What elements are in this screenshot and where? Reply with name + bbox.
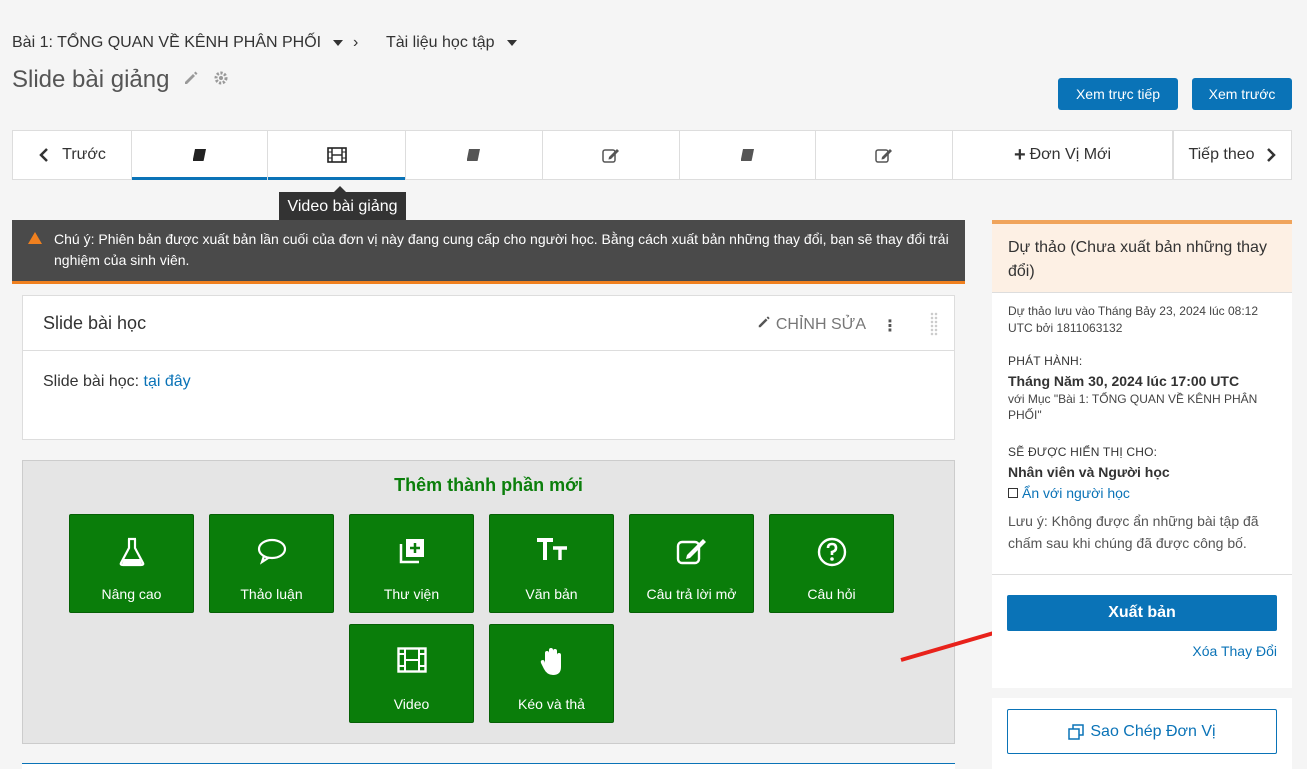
add-advanced-button[interactable]: Nâng cao: [69, 514, 194, 613]
pencil-icon[interactable]: [183, 70, 199, 91]
visible-to: Nhân viên và Người học: [1008, 464, 1170, 480]
draft-info-section: Dự thảo lưu vào Tháng Bảy 23, 2024 lúc 0…: [992, 303, 1292, 337]
next-component-card: [22, 763, 955, 769]
copy-icon: [1068, 723, 1085, 740]
add-component-panel: Thêm thành phần mới Nâng cao Thảo luận T…: [22, 460, 955, 744]
unit-nav: Trước + Đơn Vị Mới Tiếp theo: [12, 130, 1292, 180]
unit-tab-1[interactable]: [132, 131, 268, 180]
warning-icon: [28, 232, 42, 244]
visibility-note: Lưu ý: Không được ẩn những bài tập đã ch…: [1008, 513, 1259, 551]
breadcrumb-subsection[interactable]: Tài liệu học tập: [386, 34, 517, 52]
page-title-row: Slide bài giảng: [12, 66, 229, 94]
next-label: Tiếp theo: [1188, 146, 1255, 163]
hide-label: Ẩn với người học: [1022, 485, 1130, 501]
add-problem-button[interactable]: Câu hỏi: [769, 514, 894, 613]
add-library-label: Thư viện: [383, 586, 440, 602]
new-unit-button[interactable]: + Đơn Vị Mới: [953, 131, 1173, 179]
add-drag-drop-button[interactable]: Kéo và thả: [489, 624, 614, 723]
draft-info: Dự thảo lưu vào Tháng Bảy 23, 2024 lúc 0…: [1008, 304, 1259, 335]
breadcrumb-subsection-label: Tài liệu học tập: [386, 34, 495, 51]
discard-changes-link[interactable]: Xóa Thay Đổi: [1192, 643, 1277, 659]
component-body: Slide bài học: tại đây: [23, 351, 954, 413]
unit-tab-2[interactable]: [268, 131, 406, 180]
component-card: Slide bài học CHỈNH SỬA ⋮ Slide bài học:…: [22, 295, 955, 440]
view-live-button[interactable]: Xem trực tiếp: [1058, 78, 1178, 110]
hand-icon: [540, 648, 561, 675]
unit-tab-5[interactable]: [680, 131, 816, 179]
publish-button[interactable]: Xuất bản: [1007, 595, 1277, 631]
visibility-section: SẼ ĐƯỢC HIỂN THỊ CHO: Nhân viên và Người…: [992, 445, 1292, 554]
edit-icon: [602, 149, 619, 163]
book-icon: [467, 149, 480, 161]
sidebar-gap: [992, 688, 1292, 698]
chevron-down-icon: [333, 40, 344, 46]
drag-handle-icon[interactable]: [930, 312, 938, 336]
unit-tab-4[interactable]: [543, 131, 680, 179]
breadcrumb-section[interactable]: Bài 1: TỔNG QUAN VỀ KÊNH PHÂN PHỐI: [12, 34, 344, 52]
new-unit-label: Đơn Vị Mới: [1029, 146, 1112, 163]
visible-label: SẼ ĐƯỢC HIỂN THỊ CHO:: [1008, 445, 1158, 459]
library-add-icon: [399, 539, 424, 564]
unit-tab-3[interactable]: [406, 131, 543, 179]
component-body-link[interactable]: tại đây: [144, 373, 191, 390]
breadcrumb-separator: ›: [353, 34, 359, 51]
hide-from-learners-toggle[interactable]: Ẩn với người học: [1008, 485, 1276, 501]
add-discussion-label: Thảo luận: [240, 586, 303, 602]
warning-text: Chú ý: Phiên bản được xuất bản lần cuối …: [54, 231, 949, 268]
chevron-down-icon: [506, 40, 517, 46]
edit-icon: [676, 539, 706, 565]
unit-tab-6[interactable]: [816, 131, 953, 179]
question-circle-icon: [817, 537, 846, 567]
release-section: PHÁT HÀNH: Tháng Năm 30, 2024 lúc 17:00 …: [992, 354, 1292, 423]
add-component-title: Thêm thành phần mới: [394, 475, 583, 495]
next-unit-button[interactable]: Tiếp theo: [1173, 131, 1291, 179]
release-with: với Mục "Bài 1: TỔNG QUAN VỀ KÊNH PHÂN P…: [1008, 392, 1258, 422]
add-advanced-label: Nâng cao: [101, 586, 162, 602]
status-title: Dự thảo (Chưa xuất bản những thay đổi): [992, 224, 1292, 292]
add-library-button[interactable]: Thư viện: [349, 514, 474, 613]
checkbox-icon[interactable]: [1008, 488, 1018, 498]
text-size-icon: [536, 538, 567, 560]
divider: [992, 574, 1292, 575]
add-text-button[interactable]: Văn bản: [489, 514, 614, 613]
edit-label: CHỈNH SỬA: [775, 316, 866, 333]
add-open-response-button[interactable]: Câu trả lời mở: [629, 514, 754, 613]
page-title: Slide bài giảng: [12, 66, 170, 93]
gear-icon[interactable]: [213, 70, 229, 91]
duplicate-label: Sao Chép Đơn Vị: [1090, 722, 1216, 740]
film-icon: [396, 647, 427, 673]
duplicate-unit-button[interactable]: Sao Chép Đơn Vị: [1007, 709, 1277, 754]
book-icon: [192, 149, 206, 161]
edit-icon: [875, 149, 892, 163]
add-text-label: Văn bản: [525, 586, 578, 602]
add-discussion-button[interactable]: Thảo luận: [209, 514, 334, 613]
preview-button[interactable]: Xem trước: [1192, 78, 1292, 110]
add-video-label: Video: [393, 696, 430, 712]
pencil-icon: [759, 316, 771, 328]
plus-icon: +: [1013, 143, 1026, 166]
release-date: Tháng Năm 30, 2024 lúc 17:00 UTC: [1008, 373, 1240, 389]
publish-sidebar: Dự thảo (Chưa xuất bản những thay đổi) D…: [992, 220, 1292, 769]
chevron-right-icon: [1266, 148, 1276, 162]
release-label: PHÁT HÀNH:: [1008, 354, 1083, 368]
chevron-left-icon: [39, 148, 49, 162]
add-video-button[interactable]: Video: [349, 624, 474, 723]
prev-label: Trước: [62, 146, 106, 163]
flask-icon: [119, 537, 144, 567]
add-problem-label: Câu hỏi: [807, 586, 856, 602]
edit-component-button[interactable]: CHỈNH SỬA: [757, 315, 866, 334]
unit-tooltip: Video bài giảng: [279, 186, 406, 222]
add-drag-drop-label: Kéo và thả: [518, 696, 585, 712]
prev-unit-button[interactable]: Trước: [13, 131, 132, 179]
comment-icon: [257, 538, 286, 565]
component-title: Slide bài học: [43, 312, 147, 333]
breadcrumb-section-label: Bài 1: TỔNG QUAN VỀ KÊNH PHÂN PHỐI: [12, 34, 322, 51]
publish-warning: Chú ý: Phiên bản được xuất bản lần cuối …: [12, 220, 965, 284]
component-body-text: Slide bài học:: [43, 373, 144, 390]
add-open-response-label: Câu trả lời mở: [646, 586, 737, 602]
film-icon: [326, 147, 347, 163]
divider: [992, 292, 1292, 293]
more-actions-icon[interactable]: ⋮: [882, 316, 898, 336]
book-icon: [740, 149, 754, 161]
